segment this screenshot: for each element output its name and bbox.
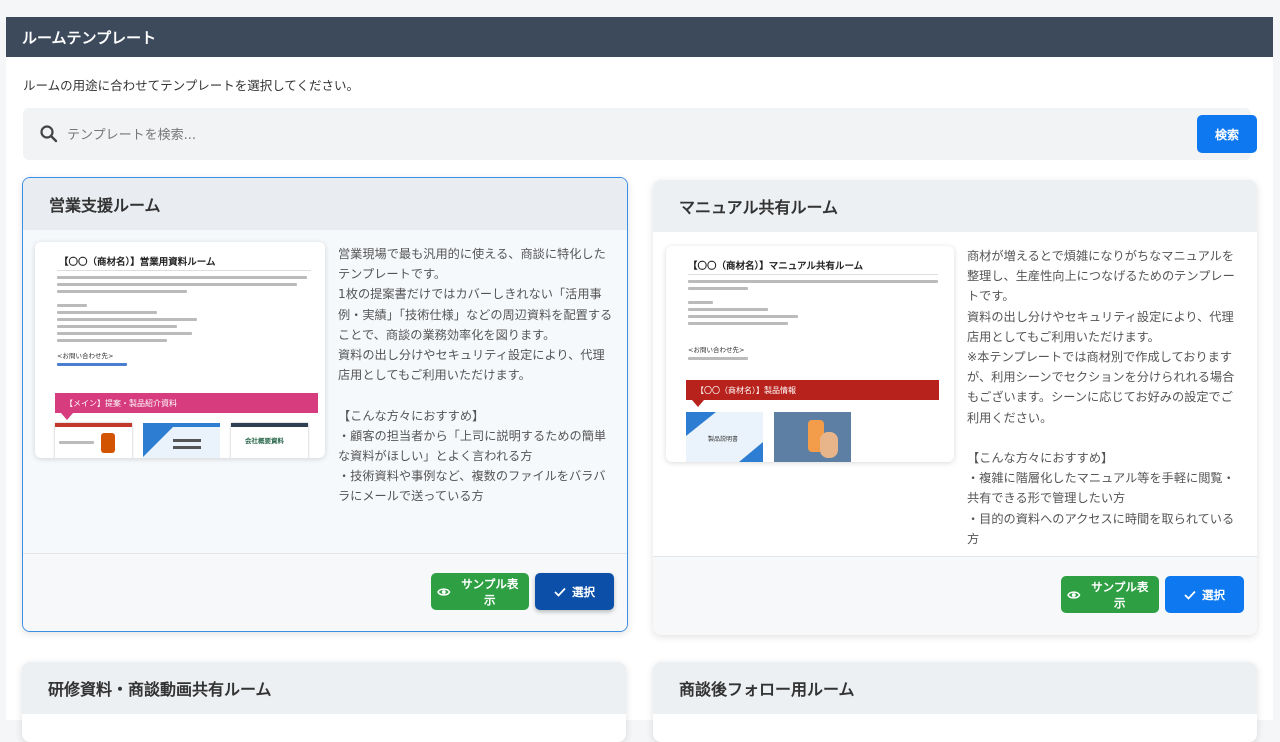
sample-view-button[interactable]: サンプル表示 bbox=[1061, 576, 1159, 613]
tile-label: 製品説明書 bbox=[708, 436, 739, 443]
card-title: 商談後フォロー用ルーム bbox=[653, 662, 1257, 714]
select-button[interactable]: 選択 bbox=[535, 573, 614, 610]
sample-view-button[interactable]: サンプル表示 bbox=[431, 573, 529, 610]
room-template-panel: ルームテンプレート ルームの用途に合わせてテンプレートを選択してください。 検索… bbox=[6, 17, 1273, 742]
thumbnail-title: 【〇〇（商材名）】営業用資料ルーム bbox=[59, 257, 216, 268]
template-card-followup[interactable]: 商談後フォロー用ルーム bbox=[653, 662, 1257, 742]
banner-pointer bbox=[692, 400, 704, 407]
card-footer: サンプル表示 選択 bbox=[23, 553, 627, 631]
select-label: 選択 bbox=[572, 584, 595, 599]
thumbnail-contact-heading: <お問い合わせ先> bbox=[688, 346, 745, 354]
eye-icon bbox=[437, 587, 451, 596]
search-input[interactable] bbox=[65, 122, 1169, 148]
card-title: 営業支援ルーム bbox=[23, 178, 627, 230]
search-icon bbox=[40, 125, 58, 143]
search-bar: 検索 bbox=[23, 108, 1257, 160]
select-label: 選択 bbox=[1202, 587, 1225, 602]
thumbnail-banner: 【〇〇（商材名）】製品情報 bbox=[686, 380, 939, 400]
tile-label: 会社概要資料 bbox=[245, 437, 284, 445]
thumbnail-tile-2 bbox=[774, 412, 851, 462]
banner-pointer bbox=[61, 413, 73, 420]
thumbnail-tile-1 bbox=[55, 423, 132, 458]
template-thumbnail: 【〇〇（商材名）】マニュアル共有ルーム <お問い合わせ先> 【〇〇（商材名）】製… bbox=[666, 246, 954, 462]
select-button[interactable]: 選択 bbox=[1165, 576, 1244, 613]
card-title: 研修資料・商談動画共有ルーム bbox=[22, 662, 626, 714]
thumbnail-banner: 【メイン】提案・製品紹介資料 bbox=[55, 393, 318, 413]
thumbnail-tile-3: 会社概要資料 bbox=[231, 423, 308, 458]
template-card-sales[interactable]: 営業支援ルーム 【〇〇（商材名）】営業用資料ルーム <お問い合わせ先> 【メイン… bbox=[22, 177, 628, 632]
sample-view-label: サンプル表示 bbox=[1091, 579, 1149, 610]
template-card-manual[interactable]: マニュアル共有ルーム 【〇〇（商材名）】マニュアル共有ルーム <お問い合わせ先>… bbox=[653, 180, 1257, 635]
thumbnail-title: 【〇〇（商材名）】マニュアル共有ルーム bbox=[688, 261, 864, 272]
check-icon bbox=[1184, 590, 1196, 600]
eye-icon bbox=[1067, 590, 1081, 599]
sample-view-label: サンプル表示 bbox=[461, 576, 519, 607]
template-description: 営業現場で最も汎用的に使える、商談に特化したテンプレートです。 1枚の提案書だけ… bbox=[338, 247, 613, 504]
card-footer: サンプル表示 選択 bbox=[653, 556, 1257, 635]
panel-title: ルームテンプレート bbox=[6, 17, 1273, 57]
card-title: マニュアル共有ルーム bbox=[653, 180, 1257, 232]
template-card-training[interactable]: 研修資料・商談動画共有ルーム bbox=[22, 662, 626, 742]
thumbnail-contact-heading: <お問い合わせ先> bbox=[57, 352, 114, 360]
check-icon bbox=[554, 587, 566, 597]
template-description: 商材が増えるとで煩雑になりがちなマニュアルを整理し、生産性向上につなげるためのテ… bbox=[967, 249, 1235, 546]
intro-text: ルームの用途に合わせてテンプレートを選択してください。 bbox=[23, 78, 360, 93]
thumbnail-tile-1: 製品説明書 bbox=[686, 412, 763, 462]
search-button[interactable]: 検索 bbox=[1197, 115, 1257, 153]
template-thumbnail: 【〇〇（商材名）】営業用資料ルーム <お問い合わせ先> 【メイン】提案・製品紹介… bbox=[35, 242, 325, 458]
thumbnail-tile-2 bbox=[143, 423, 220, 458]
